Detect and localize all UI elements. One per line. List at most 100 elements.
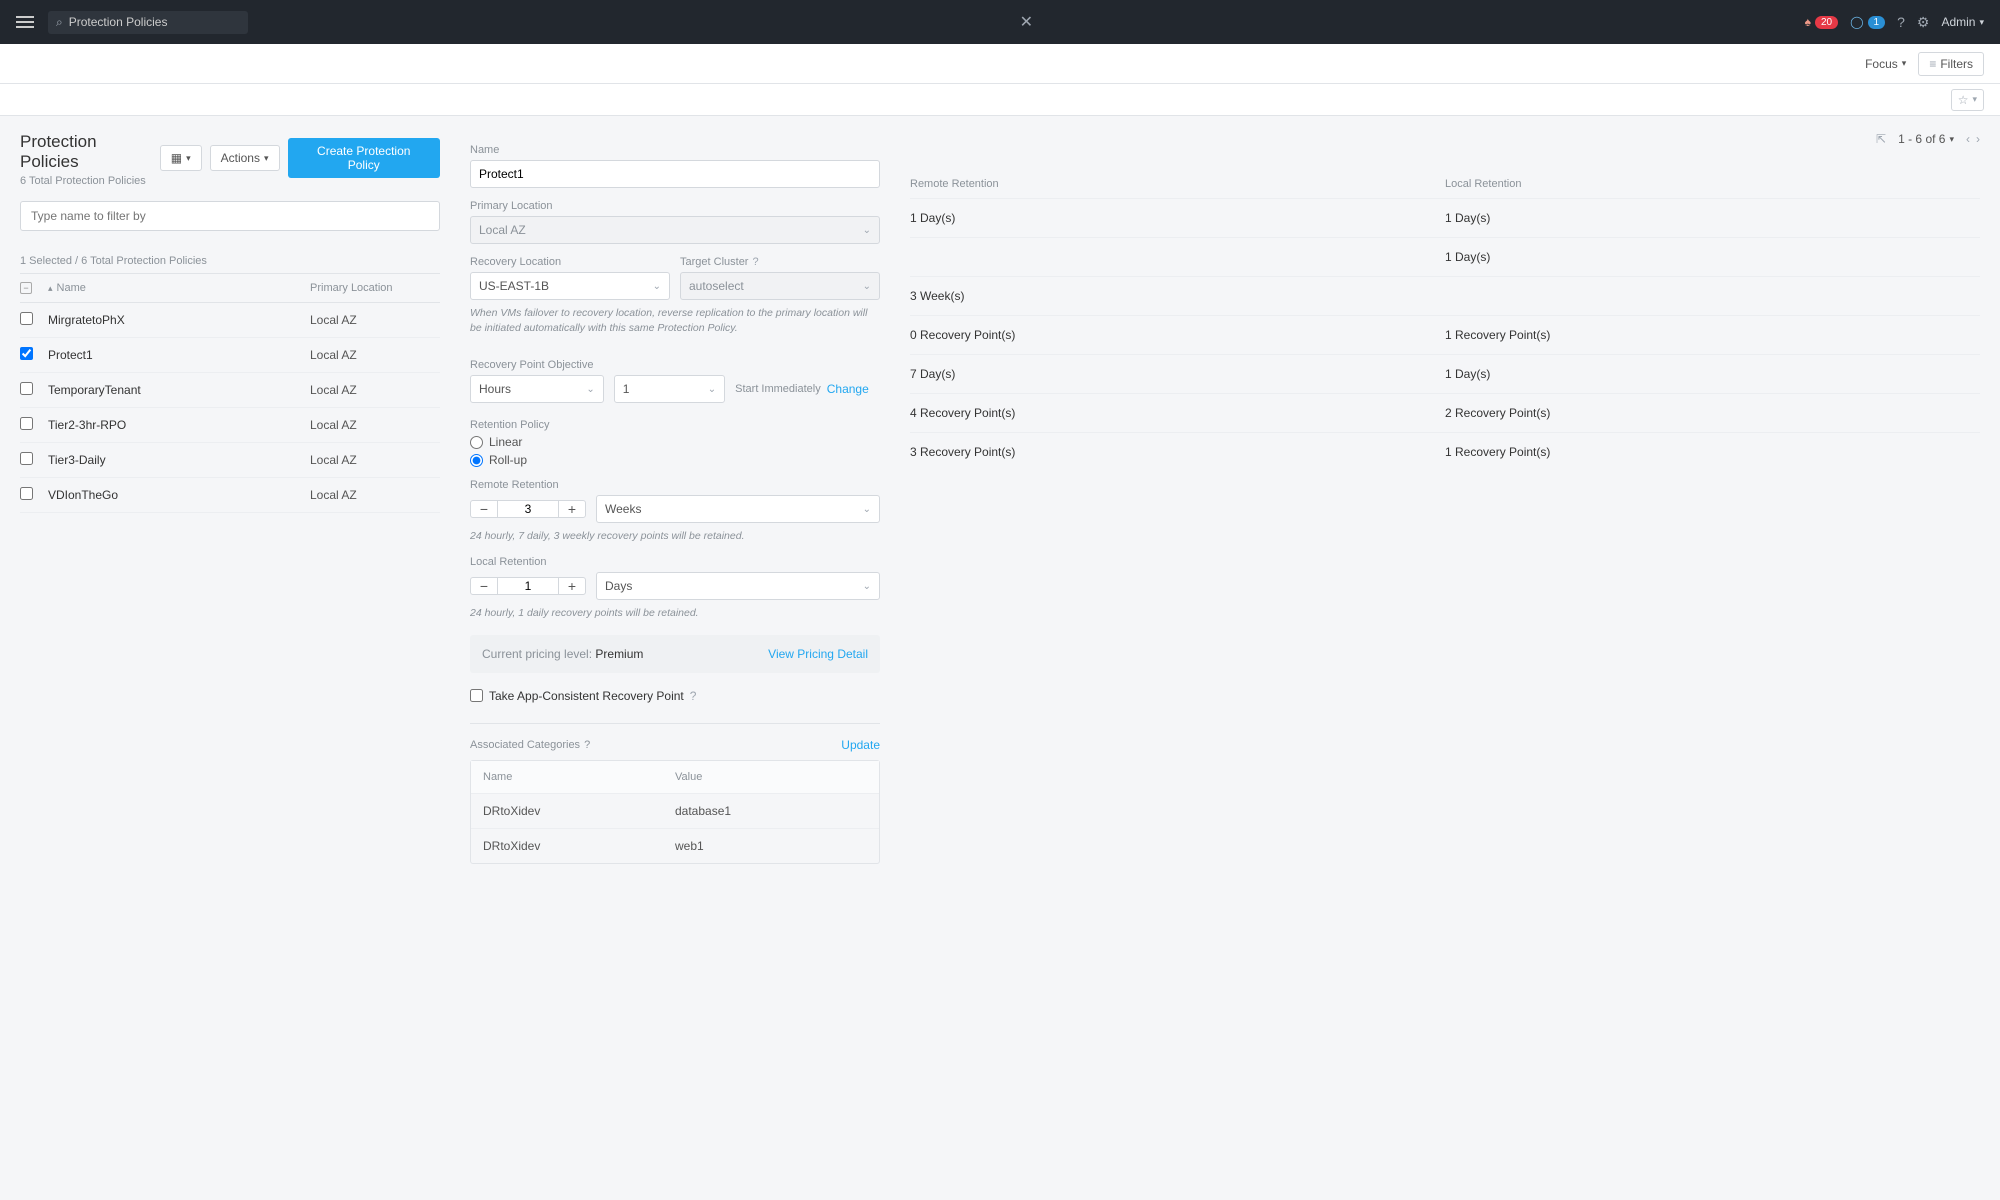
table-row[interactable]: MirgratetoPhXLocal AZ — [20, 303, 440, 338]
decrement-button[interactable]: − — [470, 500, 498, 518]
assoc-value: database1 — [675, 804, 867, 818]
row-checkbox[interactable] — [20, 382, 33, 395]
increment-button[interactable]: + — [558, 500, 586, 518]
target-cluster-select[interactable]: autoselect⌄ — [680, 272, 880, 300]
policy-location: Local AZ — [310, 383, 440, 397]
rpo-unit-select[interactable]: Hours⌄ — [470, 375, 604, 403]
retention-row: 3 Recovery Point(s)1 Recovery Point(s) — [910, 432, 1980, 471]
name-input[interactable] — [470, 160, 880, 188]
policy-name: MirgratetoPhX — [48, 313, 310, 327]
help-icon[interactable]: ? — [752, 256, 758, 268]
create-policy-button[interactable]: Create Protection Policy — [288, 138, 441, 178]
selection-summary: 1 Selected / 6 Total Protection Policies — [20, 249, 440, 274]
filter-input[interactable] — [20, 201, 440, 231]
remote-retention-value[interactable] — [498, 500, 558, 518]
chevron-down-icon: ⌄ — [863, 581, 871, 592]
table-row[interactable]: Protect1Local AZ — [20, 338, 440, 373]
recovery-location-select[interactable]: US-EAST-1B⌄ — [470, 272, 670, 300]
local-retention-unit-select[interactable]: Days⌄ — [596, 572, 880, 600]
local-retention-stepper[interactable]: − + — [470, 577, 586, 595]
table-row[interactable]: Tier3-DailyLocal AZ — [20, 443, 440, 478]
policy-name: Tier3-Daily — [48, 453, 310, 467]
update-link[interactable]: Update — [841, 738, 880, 752]
favorite-toggle[interactable]: ☆ ▾ — [1951, 89, 1984, 111]
bell-icon: ♠ — [1805, 15, 1811, 29]
table-row[interactable]: TemporaryTenantLocal AZ — [20, 373, 440, 408]
select-all-checkbox[interactable]: − — [20, 282, 32, 294]
search-icon: ⌕ — [56, 15, 63, 30]
primary-location-select[interactable]: Local AZ⌄ — [470, 216, 880, 244]
policy-location: Local AZ — [310, 313, 440, 327]
prev-page-button[interactable]: ‹ — [1966, 132, 1970, 146]
chevron-down-icon: ▾ — [264, 153, 269, 164]
page-title: Protection Policies — [20, 132, 160, 172]
column-name[interactable]: Name — [57, 282, 86, 294]
table-row[interactable]: Tier2-3hr-RPOLocal AZ — [20, 408, 440, 443]
linear-radio[interactable]: Linear — [470, 435, 880, 449]
help-icon[interactable]: ? — [1897, 14, 1905, 30]
table-row[interactable]: VDIonTheGoLocal AZ — [20, 478, 440, 513]
help-icon[interactable]: ? — [690, 689, 697, 703]
actions-dropdown[interactable]: Actions ▾ — [210, 145, 280, 171]
gear-icon[interactable]: ⚙ — [1917, 14, 1930, 31]
user-menu[interactable]: Admin ▾ — [1941, 15, 1984, 29]
rpo-value-select[interactable]: 1⌄ — [614, 375, 725, 403]
decrement-button[interactable]: − — [470, 577, 498, 595]
search-container[interactable]: ⌕ — [48, 11, 248, 34]
policy-name: VDIonTheGo — [48, 488, 310, 502]
row-checkbox[interactable] — [20, 347, 33, 360]
remote-retention-cell: 7 Day(s) — [910, 367, 1445, 381]
view-toggle[interactable]: ▦ ▾ — [160, 145, 202, 171]
rollup-radio[interactable]: Roll-up — [470, 453, 880, 467]
remote-retention-cell: 3 Recovery Point(s) — [910, 445, 1445, 459]
row-checkbox[interactable] — [20, 452, 33, 465]
pagination-range[interactable]: 1 - 6 of 6 ▾ — [1898, 132, 1954, 146]
local-retention-cell: 1 Recovery Point(s) — [1445, 445, 1980, 459]
increment-button[interactable]: + — [558, 577, 586, 595]
column-primary-location[interactable]: Primary Location — [310, 282, 440, 294]
assoc-value: web1 — [675, 839, 867, 853]
chevron-down-icon: ▾ — [1979, 17, 1984, 28]
row-checkbox[interactable] — [20, 312, 33, 325]
chevron-down-icon: ⌄ — [863, 225, 871, 236]
remote-retention-unit-select[interactable]: Weeks⌄ — [596, 495, 880, 523]
change-link[interactable]: Change — [827, 382, 869, 396]
remote-retention-label: Remote Retention — [470, 479, 880, 491]
focus-dropdown[interactable]: Focus ▾ — [1865, 57, 1906, 71]
view-pricing-link[interactable]: View Pricing Detail — [768, 647, 868, 661]
policy-name: Protect1 — [48, 348, 310, 362]
sort-icon[interactable]: ▴ — [48, 283, 53, 294]
right-panel: ⇱ 1 - 6 of 6 ▾ ‹ › Remote Retention Loca… — [890, 116, 2000, 880]
next-page-button[interactable]: › — [1976, 132, 1980, 146]
associated-categories-label: Associated Categories? — [470, 739, 590, 751]
associated-categories-table: Name Value DRtoXidevdatabase1DRtoXidevwe… — [470, 760, 880, 864]
target-cluster-label: Target Cluster? — [680, 256, 880, 268]
page-subtitle: 6 Total Protection Policies — [20, 175, 160, 187]
policy-location: Local AZ — [310, 348, 440, 362]
export-icon[interactable]: ⇱ — [1876, 132, 1886, 146]
pricing-box: Current pricing level: Premium View Pric… — [470, 635, 880, 673]
close-icon[interactable]: ✕ — [1010, 12, 1043, 32]
tasks-badge[interactable]: ◯ 1 — [1850, 15, 1885, 29]
policy-name: TemporaryTenant — [48, 383, 310, 397]
assoc-row: DRtoXidevweb1 — [471, 829, 879, 863]
alerts-badge[interactable]: ♠ 20 — [1805, 15, 1839, 29]
app-consistent-checkbox[interactable]: Take App-Consistent Recovery Point ? — [470, 689, 880, 703]
retention-row: 4 Recovery Point(s)2 Recovery Point(s) — [910, 393, 1980, 432]
help-icon[interactable]: ? — [584, 739, 590, 751]
retention-row: 1 Day(s) — [910, 237, 1980, 276]
local-retention-value[interactable] — [498, 577, 558, 595]
remote-retention-stepper[interactable]: − + — [470, 500, 586, 518]
alerts-count: 20 — [1815, 16, 1838, 29]
menu-icon[interactable] — [16, 13, 34, 31]
breadcrumb-search[interactable] — [69, 15, 229, 29]
chevron-down-icon: ⌄ — [586, 384, 594, 395]
row-checkbox[interactable] — [20, 417, 33, 430]
left-panel: Protection Policies 6 Total Protection P… — [0, 116, 460, 880]
filters-button[interactable]: ≡ Filters — [1918, 52, 1984, 76]
row-checkbox[interactable] — [20, 487, 33, 500]
assoc-name: DRtoXidev — [483, 839, 675, 853]
local-retention-cell: 1 Day(s) — [1445, 211, 1980, 225]
sub-bar: Focus ▾ ≡ Filters — [0, 44, 2000, 84]
remote-retention-cell — [910, 250, 1445, 264]
